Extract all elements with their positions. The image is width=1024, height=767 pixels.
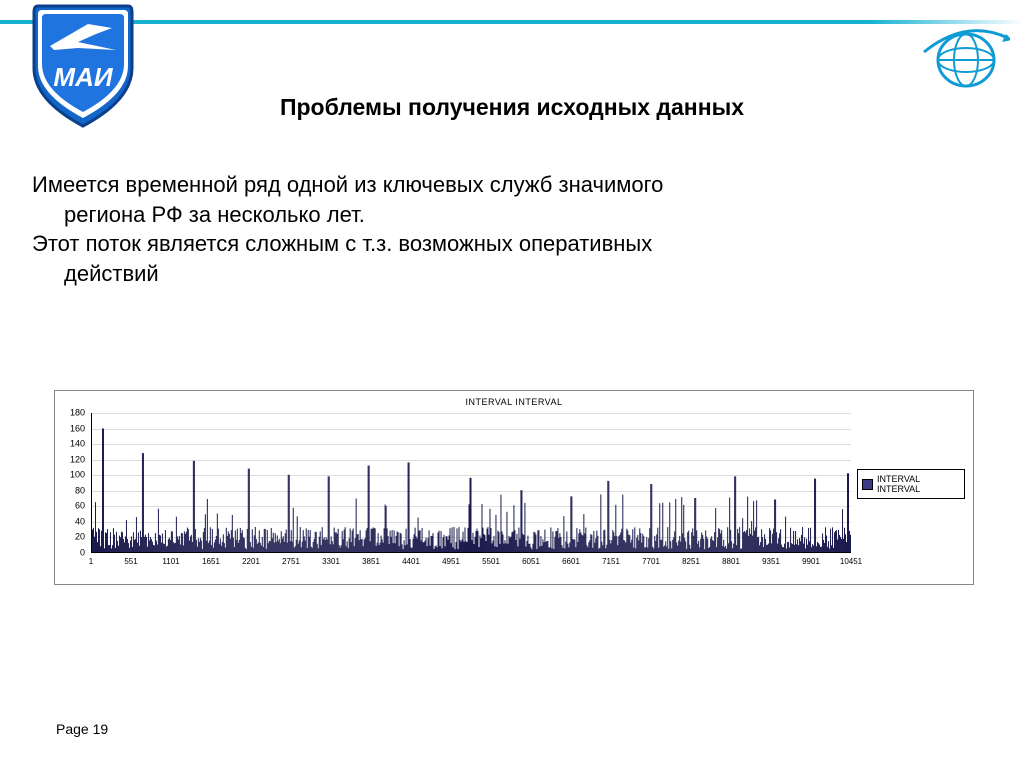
header-stripe: [0, 20, 1024, 24]
x-tick-label: 2751: [282, 557, 300, 566]
mai-logo-text: МАИ: [53, 62, 113, 92]
x-tick-label: 6051: [522, 557, 540, 566]
legend-swatch-icon: [862, 479, 873, 490]
page-number: Page 19: [56, 721, 108, 737]
x-tick-label: 551: [124, 557, 137, 566]
body-line-4: действий: [32, 259, 992, 289]
x-tick-label: 10451: [840, 557, 862, 566]
x-tick-label: 9351: [762, 557, 780, 566]
x-tick-label: 2201: [242, 557, 260, 566]
x-tick-label: 7701: [642, 557, 660, 566]
body-line-1: Имеется временной ряд одной из ключевых …: [32, 172, 663, 197]
x-tick-label: 4951: [442, 557, 460, 566]
x-tick-label: 3301: [322, 557, 340, 566]
body-text: Имеется временной ряд одной из ключевых …: [32, 170, 992, 289]
x-tick-label: 9901: [802, 557, 820, 566]
slide-title: Проблемы получения исходных данных: [0, 94, 1024, 121]
x-tick-label: 8801: [722, 557, 740, 566]
x-axis-ticks: 1 551 1101 1651 2201 2751 3301 3851 4401 4951 5501…: [91, 557, 851, 571]
y-tick-label: 0: [57, 549, 85, 558]
x-tick-label: 5501: [482, 557, 500, 566]
x-tick-label: 1: [89, 557, 93, 566]
x-tick-label: 7151: [602, 557, 620, 566]
x-tick-label: 1101: [162, 557, 179, 566]
y-tick-label: 180: [57, 409, 85, 418]
legend-label: INTERVAL INTERVAL: [877, 474, 960, 494]
y-tick-label: 80: [57, 486, 85, 495]
y-tick-label: 140: [57, 440, 85, 449]
y-tick-label: 100: [57, 471, 85, 480]
x-tick-label: 6601: [562, 557, 580, 566]
x-tick-label: 4401: [402, 557, 420, 566]
x-tick-label: 3851: [362, 557, 380, 566]
y-tick-label: 60: [57, 502, 85, 511]
x-tick-label: 1651: [202, 557, 220, 566]
chart-legend: INTERVAL INTERVAL: [857, 469, 965, 499]
chart-title: INTERVAL INTERVAL: [55, 397, 973, 407]
globe-logo: [920, 22, 1010, 97]
body-line-3: Этот поток является сложным с т.з. возмо…: [32, 231, 652, 256]
body-line-2: региона РФ за несколько лет.: [32, 200, 992, 230]
y-tick-label: 40: [57, 517, 85, 526]
y-axis-ticks: 020406080100120140160180: [55, 413, 89, 553]
y-tick-label: 120: [57, 455, 85, 464]
y-tick-label: 160: [57, 424, 85, 433]
y-tick-label: 20: [57, 533, 85, 542]
chart-plot-area: [91, 413, 851, 553]
x-tick-label: 8251: [682, 557, 700, 566]
interval-chart: INTERVAL INTERVAL 0 20 40 60 80 100 120 140 160 1…: [54, 390, 974, 585]
